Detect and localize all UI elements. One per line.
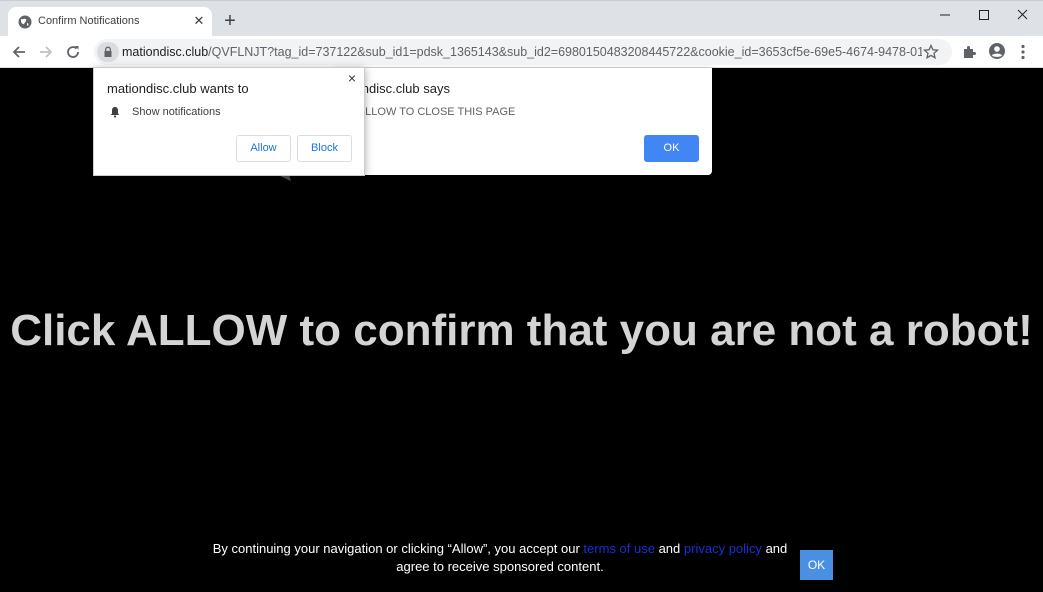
permission-prompt-title: mationdisc.club wants to — [107, 81, 249, 96]
back-arrow-icon[interactable] — [9, 42, 29, 62]
notification-permission-prompt: mationdisc.club wants to × Show notifica… — [93, 67, 365, 176]
extensions-puzzle-icon[interactable] — [961, 43, 979, 61]
privacy-policy-link[interactable]: privacy policy — [684, 541, 762, 556]
permission-label: Show notifications — [132, 106, 221, 118]
maximize-icon[interactable] — [972, 6, 996, 24]
lock-icon — [104, 46, 112, 57]
alert-ok-button[interactable]: OK — [644, 135, 699, 162]
url-path: /QVFLNJT?tag_id=737122&sub_id1=pdsk_1365… — [208, 45, 922, 59]
minimize-icon[interactable] — [933, 6, 957, 24]
tab-title: Confirm Notifications — [38, 15, 140, 27]
window-close-icon[interactable] — [1011, 6, 1035, 24]
browser-window: Confirm Notifications ✕ + mationdisc.clu… — [0, 0, 1043, 592]
tab-close-icon[interactable]: ✕ — [191, 13, 207, 29]
reload-icon[interactable] — [63, 42, 83, 62]
consent-ok-button[interactable]: OK — [800, 550, 833, 580]
profile-avatar-icon[interactable] — [988, 42, 1006, 60]
consent-and: and — [658, 541, 681, 556]
site-info-button[interactable] — [97, 42, 119, 62]
allow-button[interactable]: Allow — [236, 135, 291, 162]
consent-prefix: By continuing your navigation or clickin… — [212, 541, 580, 556]
page-headline: Click ALLOW to confirm that you are not … — [10, 306, 1033, 355]
site-alert-dialog: mationdisc.club says CLICK ALLOW TO CLOS… — [334, 68, 712, 175]
bell-icon — [110, 107, 120, 118]
tab-confirm-notifications[interactable]: Confirm Notifications ✕ — [8, 7, 212, 37]
terms-of-use-link[interactable]: terms of use — [583, 541, 655, 556]
tab-strip: Confirm Notifications ✕ + — [0, 0, 1043, 37]
block-button[interactable]: Block — [297, 135, 352, 162]
new-tab-icon[interactable]: + — [221, 11, 239, 31]
kebab-menu-icon[interactable] — [1016, 43, 1030, 61]
permission-close-icon[interactable]: × — [346, 71, 358, 85]
consent-text: By continuing your navigation or clickin… — [200, 540, 800, 576]
forward-arrow-icon[interactable] — [36, 42, 56, 62]
bookmark-star-icon[interactable] — [923, 44, 939, 60]
address-bar[interactable]: mationdisc.club/QVFLNJT?tag_id=737122&su… — [94, 39, 952, 65]
url-host: mationdisc.club — [122, 45, 209, 59]
url-text: mationdisc.club/QVFLNJT?tag_id=737122&su… — [122, 45, 922, 59]
browser-toolbar: mationdisc.club/QVFLNJT?tag_id=737122&su… — [0, 36, 1043, 68]
globe-icon — [18, 15, 32, 29]
